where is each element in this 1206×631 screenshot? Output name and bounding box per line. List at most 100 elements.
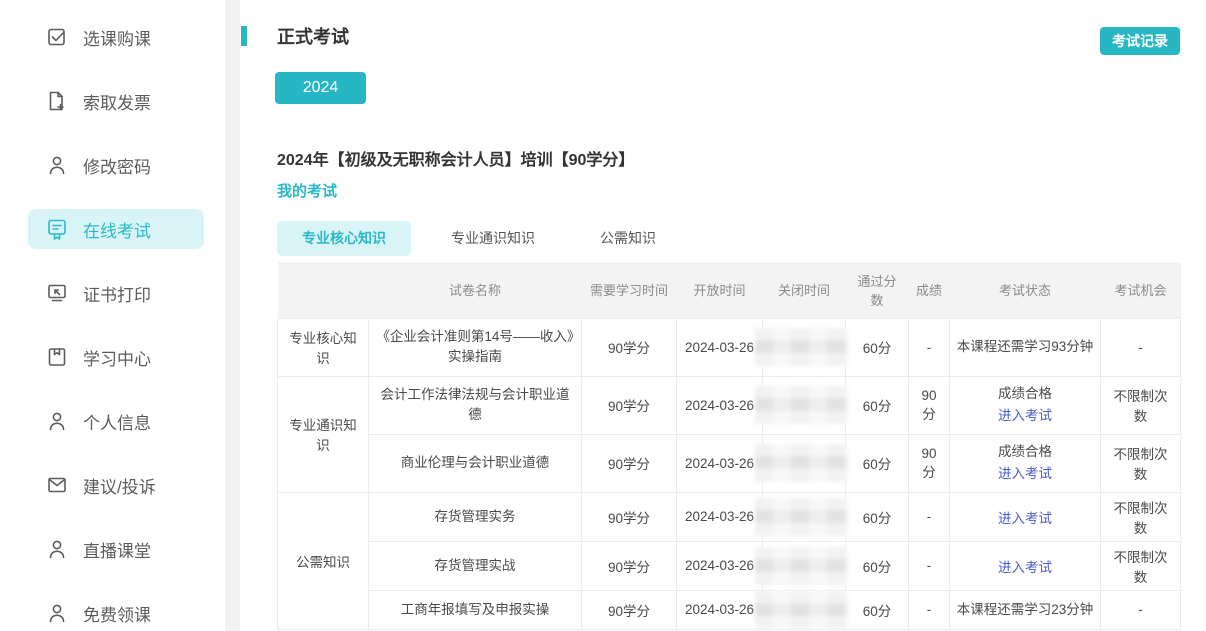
- invoice-icon: [46, 90, 68, 112]
- pass-score-cell: 60分: [846, 434, 909, 492]
- score-cell: -: [909, 318, 950, 376]
- sidebar-item-live-classroom[interactable]: 直播课堂: [28, 529, 204, 569]
- sidebar-item-label: 个人信息: [83, 409, 151, 434]
- page-title: 正式考试: [277, 23, 349, 49]
- column-header: 考试状态: [950, 262, 1101, 318]
- column-header: 开放时间: [677, 262, 763, 318]
- exam-table-row: 公需知识存货管理实务90学分2024-03-2660分-进入考试不限制次数: [278, 492, 1181, 541]
- sidebar-item-personal-info[interactable]: 个人信息: [28, 401, 204, 441]
- sidebar-item-certificate-print[interactable]: 证书打印: [28, 273, 204, 313]
- sidebar-item-invoice-request[interactable]: 索取发票: [28, 81, 204, 121]
- exam-status-text: 成绩合格: [956, 383, 1094, 405]
- tab-public-knowledge[interactable]: 公需知识: [575, 221, 681, 256]
- checkbox-icon: [46, 26, 68, 48]
- person-icon: [46, 410, 68, 432]
- certificate-icon: [46, 282, 68, 304]
- pass-score-cell: 60分: [846, 318, 909, 376]
- exam-status-text: 本课程还需学习93分钟: [956, 336, 1094, 358]
- sidebar-item-label: 选课购课: [83, 25, 151, 50]
- exam-table-row: 商业伦理与会计职业道德90学分2024-03-2660分90分成绩合格进入考试不…: [278, 434, 1181, 492]
- enter-exam-link[interactable]: 进入考试: [998, 556, 1052, 576]
- main-content: 正式考试 考试记录 2024 2024年【初级及无职称会计人员】培训【90学分】…: [240, 0, 1206, 631]
- column-header: 考试机会: [1101, 262, 1181, 318]
- column-header: 关闭时间: [763, 262, 846, 318]
- open-time-cell: 2024-03-26: [677, 434, 763, 492]
- exam-name-cell: 会计工作法律法规与会计职业道德: [369, 376, 582, 434]
- open-time-cell: 2024-03-26: [677, 318, 763, 376]
- sidebar-item-online-exam[interactable]: 在线考试: [28, 209, 204, 249]
- close-time-cell: [763, 376, 846, 434]
- score-cell: 90分: [909, 434, 950, 492]
- table-header-row: 试卷名称需要学习时间开放时间关闭时间通过分数成绩考试状态考试机会: [278, 262, 1181, 318]
- study-time-cell: 90学分: [582, 541, 677, 590]
- exam-name-cell: 存货管理实战: [369, 541, 582, 590]
- open-time-cell: 2024-03-26: [677, 492, 763, 541]
- sidebar: 选课购课索取发票修改密码在线考试证书打印学习中心个人信息建议/投诉直播课堂免费领…: [0, 0, 225, 631]
- exam-name-cell: 存货管理实务: [369, 492, 582, 541]
- open-time-cell: 2024-03-26: [677, 590, 763, 629]
- pass-score-cell: 60分: [846, 590, 909, 629]
- score-cell: -: [909, 492, 950, 541]
- knowledge-tabs: 专业核心知识专业通识知识公需知识: [277, 221, 696, 256]
- exam-chances-cell: 不限制次数: [1101, 376, 1181, 434]
- sidebar-item-label: 修改密码: [83, 153, 151, 178]
- sidebar-item-label: 建议/投诉: [83, 473, 156, 498]
- exam-icon: [46, 218, 68, 240]
- redacted-close-time: [755, 328, 848, 366]
- close-time-cell: [763, 492, 846, 541]
- exam-table: 试卷名称需要学习时间开放时间关闭时间通过分数成绩考试状态考试机会 专业核心知识《…: [277, 262, 1181, 630]
- column-header: [278, 262, 369, 318]
- exam-chances-cell: -: [1101, 590, 1181, 629]
- study-time-cell: 90学分: [582, 590, 677, 629]
- open-time-cell: 2024-03-26: [677, 376, 763, 434]
- study-time-cell: 90学分: [582, 434, 677, 492]
- score-cell: -: [909, 541, 950, 590]
- exam-table-row: 存货管理实战90学分2024-03-2660分-进入考试不限制次数: [278, 541, 1181, 590]
- year-2024-button[interactable]: 2024: [275, 72, 366, 104]
- close-time-cell: [763, 541, 846, 590]
- section-accent-bar: [241, 26, 247, 46]
- exam-status-text: 成绩合格: [956, 441, 1094, 463]
- tab-general-knowledge[interactable]: 专业通识知识: [426, 221, 560, 256]
- pass-score-cell: 60分: [846, 492, 909, 541]
- enter-exam-link[interactable]: 进入考试: [998, 405, 1052, 427]
- tab-core-knowledge[interactable]: 专业核心知识: [277, 221, 411, 256]
- redacted-close-time: [755, 386, 848, 424]
- close-time-cell: [763, 434, 846, 492]
- exam-name-cell: 《企业会计准则第14号——收入》实操指南: [369, 318, 582, 376]
- sidebar-item-free-courses[interactable]: 免费领课: [28, 593, 204, 631]
- exam-status-cell: 本课程还需学习23分钟: [950, 590, 1101, 629]
- sidebar-content-divider: [225, 0, 240, 631]
- person-icon: [46, 154, 68, 176]
- sidebar-item-learning-center[interactable]: 学习中心: [28, 337, 204, 377]
- column-header: 试卷名称: [369, 262, 582, 318]
- exam-name-cell: 商业伦理与会计职业道德: [369, 434, 582, 492]
- enter-exam-link[interactable]: 进入考试: [998, 463, 1052, 485]
- enter-exam-link[interactable]: 进入考试: [998, 507, 1052, 527]
- sidebar-item-label: 直播课堂: [83, 537, 151, 562]
- score-cell: 90分: [909, 376, 950, 434]
- pass-score-cell: 60分: [846, 376, 909, 434]
- category-cell: 公需知识: [278, 492, 369, 629]
- category-cell: 专业通识知识: [278, 376, 369, 492]
- exam-chances-cell: 不限制次数: [1101, 541, 1181, 590]
- study-time-cell: 90学分: [582, 492, 677, 541]
- sidebar-item-course-purchase[interactable]: 选课购课: [28, 17, 204, 57]
- exam-chances-cell: -: [1101, 318, 1181, 376]
- exam-chances-cell: 不限制次数: [1101, 492, 1181, 541]
- exam-records-button[interactable]: 考试记录: [1100, 27, 1180, 55]
- open-time-cell: 2024-03-26: [677, 541, 763, 590]
- redacted-close-time: [755, 444, 848, 482]
- sidebar-item-change-password[interactable]: 修改密码: [28, 145, 204, 185]
- exam-status-cell: 进入考试: [950, 541, 1101, 590]
- person-icon: [46, 602, 68, 624]
- column-header: 通过分数: [846, 262, 909, 318]
- sidebar-item-suggestions-complaints[interactable]: 建议/投诉: [28, 465, 204, 505]
- study-time-cell: 90学分: [582, 376, 677, 434]
- sidebar-item-label: 在线考试: [83, 217, 151, 242]
- sidebar-item-label: 索取发票: [83, 89, 151, 114]
- close-time-cell: [763, 318, 846, 376]
- category-cell: 专业核心知识: [278, 318, 369, 376]
- study-time-cell: 90学分: [582, 318, 677, 376]
- exam-status-cell: 本课程还需学习93分钟: [950, 318, 1101, 376]
